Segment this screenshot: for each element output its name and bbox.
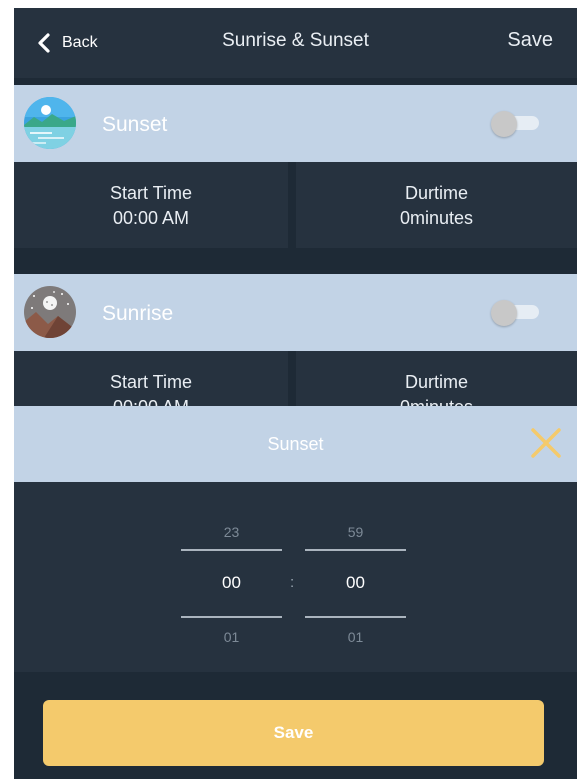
sunrise-toggle[interactable] — [491, 300, 539, 326]
hour-prev: 23 — [223, 524, 240, 540]
minute-top-divider — [305, 549, 406, 551]
sunset-start-time-cell[interactable]: Start Time 00:00 AM — [14, 162, 288, 248]
top-bar: Back Sunrise & Sunset Save — [14, 8, 577, 78]
picker-footer: Save — [14, 672, 577, 779]
duration-label: Durtime — [404, 183, 468, 203]
hour-top-divider — [181, 549, 282, 551]
sunset-scene-icon — [24, 97, 76, 149]
hour-current: 00 — [222, 573, 241, 592]
scene-name: Sunset — [102, 113, 168, 136]
app-screen: Back Sunrise & Sunset Save Sunset Start … — [14, 8, 577, 779]
sunset-time-cells: Start Time 00:00 AM Durtime 0minutes — [14, 162, 577, 248]
minute-wheel[interactable]: 59 00 01 — [305, 482, 406, 672]
start-time-label: Start Time — [109, 183, 193, 203]
hour-next: 01 — [223, 629, 240, 645]
time-picker: 23 00 01 : 59 00 01 — [14, 482, 577, 672]
sunset-toggle[interactable] — [491, 111, 539, 137]
start-time-value: 00:00 AM — [112, 208, 190, 228]
scene-row-sunrise[interactable]: Sunrise — [14, 274, 577, 351]
start-time-label: Start Time — [109, 372, 193, 392]
toggle-knob — [491, 111, 517, 137]
hour-wheel[interactable]: 23 00 01 — [181, 482, 282, 672]
picker-title: Sunset — [267, 434, 324, 454]
header-save-button[interactable]: Save — [507, 29, 553, 52]
duration-value: 0minutes — [399, 208, 474, 228]
minute-prev: 59 — [347, 524, 364, 540]
save-button[interactable]: Save — [43, 700, 544, 766]
minute-bottom-divider — [305, 616, 406, 618]
toggle-knob — [491, 300, 517, 326]
scene-row-sunset[interactable]: Sunset — [14, 85, 577, 162]
hour-bottom-divider — [181, 616, 282, 618]
scene-name: Sunrise — [102, 302, 174, 325]
minute-current: 00 — [346, 573, 365, 592]
sunrise-scene-icon — [24, 286, 76, 338]
minute-next: 01 — [347, 629, 364, 645]
duration-label: Durtime — [404, 372, 468, 392]
picker-header: Sunset — [14, 406, 577, 482]
sunset-duration-cell[interactable]: Durtime 0minutes — [296, 162, 577, 248]
time-separator: : — [290, 574, 295, 591]
close-icon[interactable] — [529, 426, 563, 460]
page-title: Sunrise & Sunset — [222, 30, 369, 51]
